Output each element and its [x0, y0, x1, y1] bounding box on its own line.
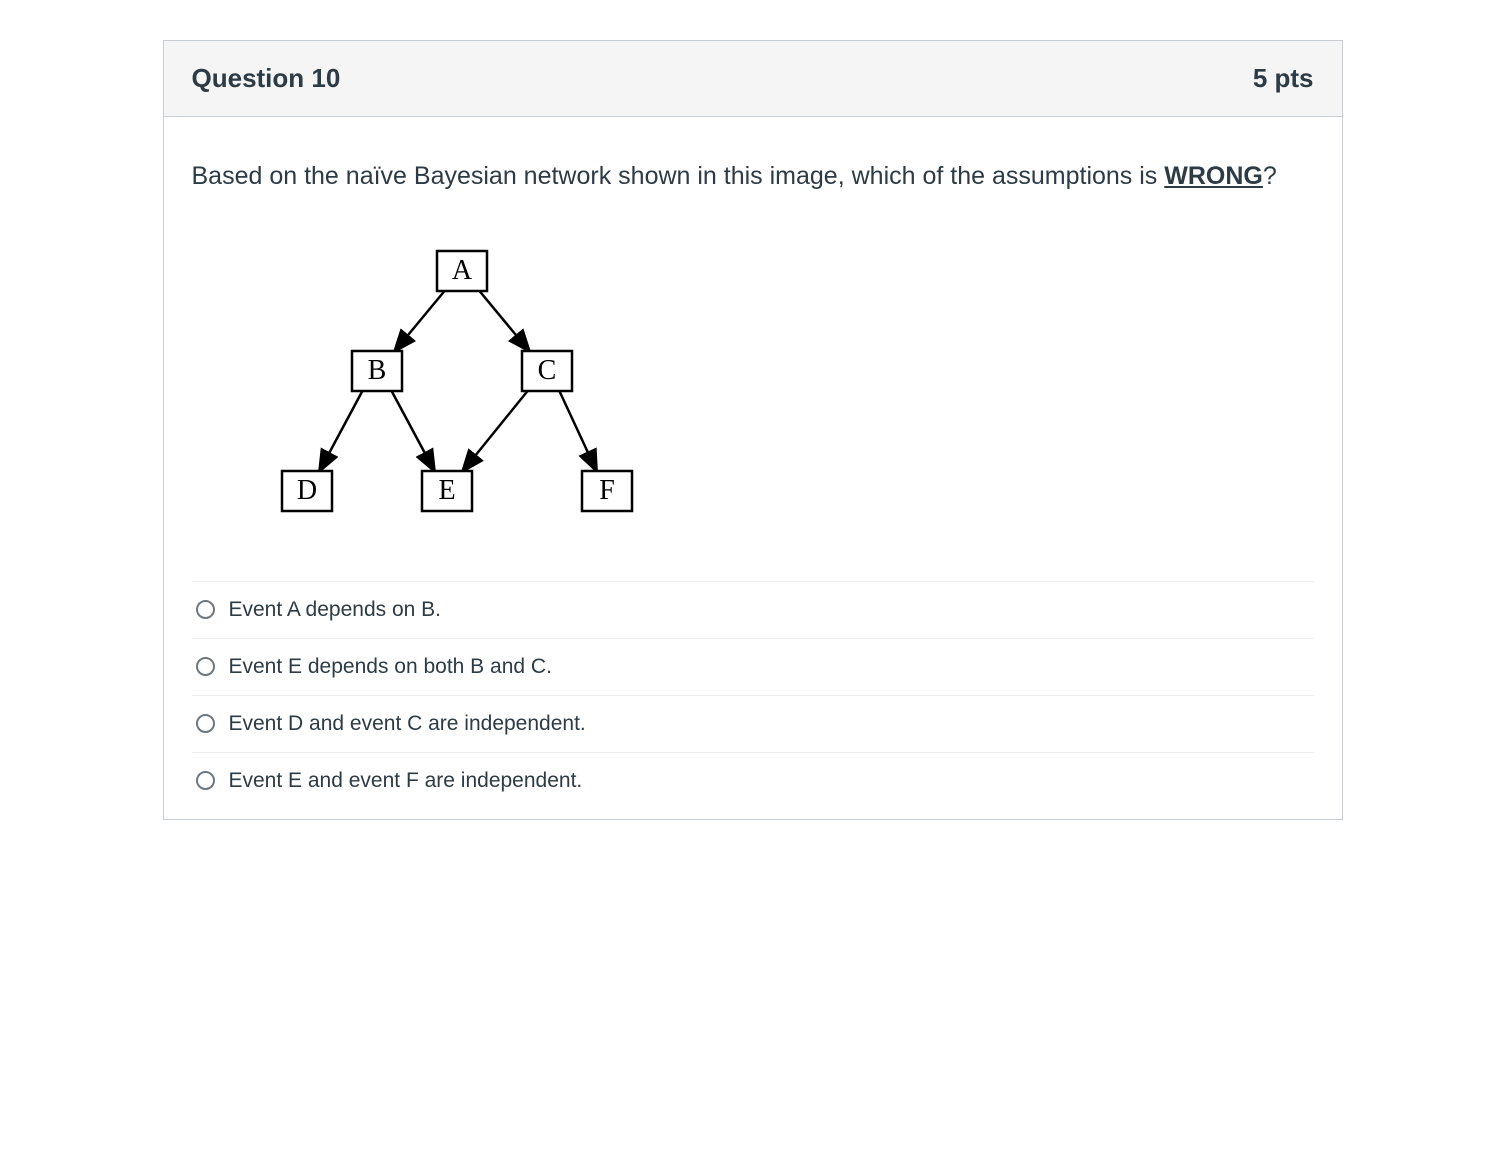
answer-list: Event A depends on B. Event E depends on…: [192, 581, 1314, 809]
radio-icon: [196, 714, 215, 733]
prompt-pre: Based on the naïve Bayesian network show…: [192, 162, 1165, 190]
node-label-F: F: [599, 475, 615, 506]
edge-B-E: [390, 388, 435, 472]
edge-C-F: [558, 388, 597, 472]
question-body: Based on the naïve Bayesian network show…: [164, 117, 1342, 819]
bayesian-network-diagram: A B C D E F: [262, 236, 1314, 541]
question-card: Question 10 5 pts Based on the naïve Bay…: [163, 40, 1343, 820]
answer-label: Event A depends on B.: [229, 598, 1310, 622]
prompt-emphasis: WRONG: [1164, 162, 1263, 190]
radio-icon: [196, 657, 215, 676]
node-label-C: C: [537, 355, 556, 386]
answer-option[interactable]: Event D and event C are independent.: [192, 696, 1314, 753]
diagram-svg: A B C D E F: [262, 236, 662, 536]
answer-label: Event E depends on both B and C.: [229, 655, 1310, 679]
radio-icon: [196, 600, 215, 619]
node-label-B: B: [367, 355, 386, 386]
answer-label: Event D and event C are independent.: [229, 712, 1310, 736]
answer-option[interactable]: Event E and event F are independent.: [192, 753, 1314, 809]
question-prompt: Based on the naïve Bayesian network show…: [192, 157, 1314, 196]
question-header: Question 10 5 pts: [164, 41, 1342, 117]
node-label-A: A: [451, 255, 472, 286]
edge-A-C: [477, 288, 530, 352]
edge-B-D: [319, 388, 364, 472]
answer-label: Event E and event F are independent.: [229, 769, 1310, 793]
edge-C-E: [462, 388, 530, 472]
question-points: 5 pts: [1253, 63, 1314, 94]
answer-option[interactable]: Event E depends on both B and C.: [192, 639, 1314, 696]
node-label-E: E: [438, 475, 455, 506]
node-label-D: D: [296, 475, 316, 506]
edge-A-B: [394, 288, 447, 352]
question-title: Question 10: [192, 63, 341, 94]
prompt-post: ?: [1263, 162, 1277, 190]
radio-icon: [196, 771, 215, 790]
answer-option[interactable]: Event A depends on B.: [192, 582, 1314, 639]
